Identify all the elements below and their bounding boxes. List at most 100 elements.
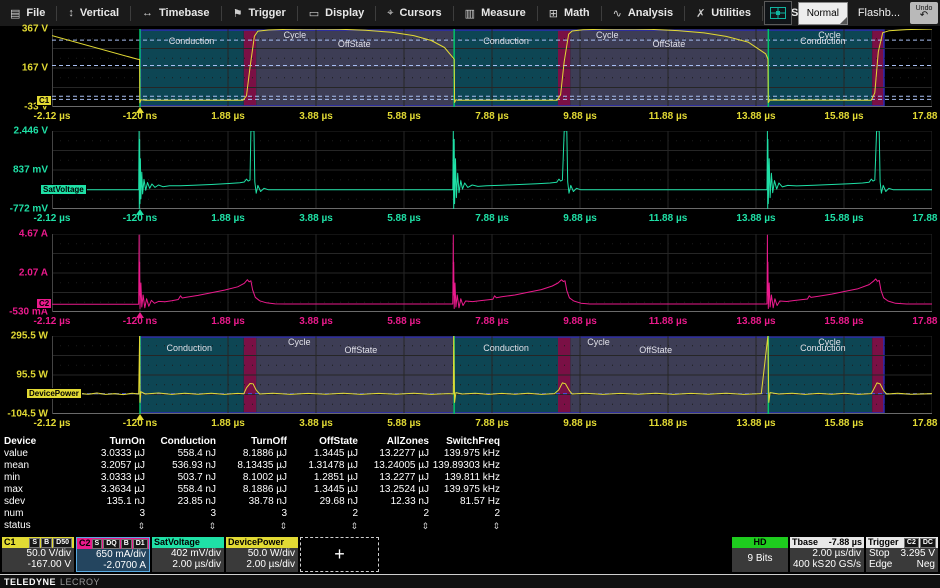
- add-trace-button[interactable]: +: [300, 537, 379, 572]
- trace-label-c1[interactable]: C1: [36, 95, 52, 106]
- menu-item-analysis[interactable]: ∿Analysis: [603, 0, 683, 26]
- timebase-scale: 2.00 µs/div: [790, 548, 864, 559]
- menu-separator: [684, 6, 685, 21]
- x-axis-tick-label: -2.12 µs: [34, 418, 71, 429]
- table-row-label: value: [4, 448, 74, 460]
- plot-area-c2[interactable]: [52, 234, 932, 312]
- x-axis-tick-label: 3.88 µs: [299, 316, 333, 327]
- timebase-box[interactable]: Tbase -7.88 µs 2.00 µs/div 400 kS 20 GS/…: [790, 537, 864, 572]
- x-axis-tick-label: 7.88 µs: [475, 111, 509, 122]
- menu-item-display[interactable]: ▭Display: [299, 0, 375, 26]
- menu-item-trigger[interactable]: ⚑Trigger: [223, 0, 296, 26]
- x-axis-tick-label: 5.88 µs: [387, 316, 421, 327]
- menu-bar: ▤File↕Vertical ↔ Timebase ⚑Trigger▭Display⌖…: [0, 0, 940, 27]
- menu-item-vertical[interactable]: ↕Vertical: [58, 0, 129, 26]
- x-axis-tick-label: 9.88 µs: [563, 316, 597, 327]
- x-axis-tick-label: 9.88 µs: [563, 111, 597, 122]
- hd-box[interactable]: HD 9 Bits: [732, 537, 788, 572]
- x-axis-tick-label: 11.88 µs: [649, 316, 688, 327]
- table-row-label: num: [4, 508, 74, 520]
- x-axis-tick-label: 15.88 µs: [824, 213, 863, 224]
- table-row-label: sdev: [4, 496, 74, 508]
- panel-c1: 367 V167 V-33 VConductionCycleOffStateCo…: [0, 26, 940, 128]
- x-axis-tick-label: 17.88 µs: [912, 213, 940, 224]
- brand-teledyne: TELEDYNE: [4, 577, 56, 587]
- table-cell: 3: [216, 508, 287, 520]
- table-cell: 1.31478 µJ: [287, 460, 358, 472]
- menu-item-label: Utilities: [711, 7, 751, 19]
- trigger-position-marker[interactable]: [136, 414, 144, 420]
- table-cell: 139.811 kHz: [429, 472, 500, 484]
- timebase-icon: ↔: [142, 7, 153, 19]
- menu-item-file[interactable]: ▤File: [0, 0, 55, 26]
- menu-item-label: File: [26, 7, 45, 19]
- zone-label: Cycle: [284, 30, 307, 40]
- menu-item-label: Measure: [481, 7, 526, 19]
- descriptor-satvoltage[interactable]: SatVoltage402 mV/div2.00 µs/div: [152, 537, 224, 572]
- descriptor-c2[interactable]: C2SDQBD1650 mA/div-2.0700 A: [76, 537, 150, 572]
- table-cell: ⇕: [358, 520, 429, 533]
- menu-item-label: Timebase: [159, 7, 210, 19]
- table-cell: 2: [429, 508, 500, 520]
- y-axis-label: 2.446 V: [0, 126, 48, 137]
- zone-label: Cycle: [596, 30, 619, 40]
- trace-label-devicepower[interactable]: DevicePower: [26, 388, 82, 399]
- trigger-icon: ⚑: [233, 7, 243, 20]
- table-cell: 3.3634 µJ: [74, 484, 145, 496]
- table-header: OffState: [287, 436, 358, 448]
- descriptor-c1[interactable]: C1SBD5050.0 V/div-167.00 V: [2, 537, 74, 572]
- status-icon: ⇕: [492, 521, 500, 531]
- display-icon: ▭: [309, 7, 319, 20]
- descriptor-devicepower[interactable]: DevicePower50.0 W/div2.00 µs/div: [226, 537, 298, 572]
- menu-item-utilities[interactable]: ✗ Utilities: [686, 0, 761, 26]
- oscilloscope-screen: { "menu": { "items": [ {"id":"file","lab…: [0, 0, 940, 588]
- table-row-label: min: [4, 472, 74, 484]
- x-axis-tick-label: 17.88 µs: [912, 111, 940, 122]
- trigger-position-marker[interactable]: [136, 312, 144, 318]
- brand-bar: TELEDYNE LECROY: [0, 574, 940, 588]
- hd-header: HD: [732, 537, 788, 548]
- hd-bits-label: 9 Bits: [732, 548, 788, 570]
- menu-item-label: Math: [564, 7, 590, 19]
- chip-b: B: [41, 538, 52, 548]
- x-axis-tick-label: 1.88 µs: [211, 213, 245, 224]
- trigger-position-marker[interactable]: [136, 107, 144, 113]
- chip-s: S: [92, 539, 103, 549]
- y-axis-label: 295.5 W: [0, 331, 48, 342]
- x-axis-tick-label: 15.88 µs: [824, 316, 863, 327]
- menu-separator: [453, 6, 454, 21]
- status-icon: ⇕: [350, 521, 358, 531]
- timebase-title: Tbase: [792, 537, 818, 548]
- x-axis-tick-label: 17.88 µs: [912, 418, 940, 429]
- menu-item-measure[interactable]: ▥ Measure: [455, 0, 536, 26]
- plot-area-c1[interactable]: ConductionCycleOffStateConductionCycleOf…: [52, 29, 932, 107]
- trigger-position-marker[interactable]: [136, 209, 144, 215]
- utilities-icon: ✗: [696, 7, 705, 20]
- x-axis-tick-label: 13.88 µs: [736, 111, 775, 122]
- waveform-svg-c2: [52, 234, 932, 312]
- plot-area-devicepower[interactable]: ConductionCycleOffStateConductionCycleOf…: [52, 336, 932, 414]
- x-axis-tick-label: 13.88 µs: [736, 213, 775, 224]
- plot-area-satvoltage[interactable]: [52, 131, 932, 209]
- measure-icon: ▥: [465, 7, 475, 20]
- grid-display-button[interactable]: [764, 1, 792, 25]
- menu-item-cursors[interactable]: ⌖Cursors: [377, 0, 451, 26]
- menu-item-math[interactable]: ⊞Math: [539, 0, 600, 26]
- descriptor-header: C2SDQBD1: [77, 538, 149, 549]
- acquisition-mode-button[interactable]: Normal: [798, 2, 848, 25]
- table-cell: ⇕: [287, 520, 358, 533]
- table-header: TurnOn: [74, 436, 145, 448]
- trace-label-satvoltage[interactable]: SatVoltage: [40, 184, 87, 195]
- table-cell: ⇕: [145, 520, 216, 533]
- zone-label: Conduction: [483, 343, 529, 353]
- table-cell: 2: [358, 508, 429, 520]
- undo-button[interactable]: Undo ↶: [910, 2, 938, 24]
- trace-label-c2[interactable]: C2: [36, 298, 52, 309]
- menu-item-timebase[interactable]: ↔ Timebase: [132, 0, 220, 26]
- table-row-label: mean: [4, 460, 74, 472]
- menu-separator: [56, 6, 57, 21]
- table-cell: ⇕: [429, 520, 500, 533]
- menu-separator: [375, 6, 376, 21]
- trigger-box[interactable]: Trigger C2DC Stop 3.295 V Edge Neg: [866, 537, 938, 572]
- zone-label: OffState: [344, 345, 377, 355]
